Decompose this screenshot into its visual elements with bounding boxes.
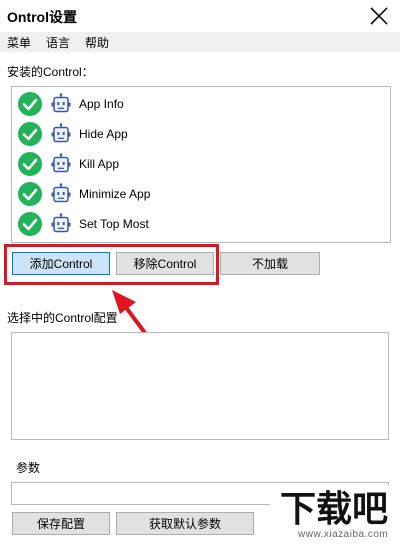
robot-icon: [51, 93, 71, 113]
window-title: Ontrol设置: [7, 9, 77, 25]
robot-icon: [51, 123, 71, 143]
control-name: App Info: [79, 97, 124, 111]
menu-bar: 菜单 语言 帮助: [0, 32, 400, 52]
check-circle-icon: [18, 212, 42, 236]
list-item[interactable]: Minimize App: [18, 180, 378, 208]
robot-icon: [51, 183, 71, 203]
installed-controls-label: 安装的Control：: [7, 65, 94, 79]
menu-item-menu[interactable]: 菜单: [7, 34, 31, 51]
menu-item-help[interactable]: 帮助: [85, 34, 109, 51]
installed-controls-list: App Info Hide App Kill App Minimize App …: [11, 86, 391, 243]
svg-text:下载吧: 下载吧: [280, 489, 388, 529]
list-item[interactable]: Hide App: [18, 120, 378, 148]
control-name: Kill App: [79, 157, 120, 171]
list-item[interactable]: Kill App: [18, 150, 378, 178]
robot-icon: [51, 153, 71, 173]
check-circle-icon: [18, 182, 42, 206]
close-icon: [370, 7, 388, 25]
get-defaults-button[interactable]: 获取默认参数: [116, 512, 254, 535]
check-circle-icon: [18, 122, 42, 146]
close-button[interactable]: [366, 3, 392, 29]
config-label: 选择中的Control配置: [7, 311, 118, 325]
robot-icon: [51, 213, 71, 233]
watermark: 下载吧 www.xiazaiba.com: [260, 485, 400, 545]
check-circle-icon: [18, 152, 42, 176]
control-name: Hide App: [79, 127, 128, 141]
menu-item-language[interactable]: 语言: [46, 34, 70, 51]
save-config-button[interactable]: 保存配置: [12, 512, 110, 535]
control-name: Minimize App: [79, 187, 151, 201]
watermark-url: www.xiazaiba.com: [298, 529, 389, 540]
watermark-logo: 下载吧: [270, 485, 398, 529]
highlight-box: [4, 244, 219, 285]
config-textarea[interactable]: [11, 332, 389, 440]
list-item[interactable]: App Info: [18, 90, 378, 118]
unload-button[interactable]: 不加载: [220, 252, 320, 275]
check-circle-icon: [18, 92, 42, 116]
title-bar: Ontrol设置: [0, 0, 400, 32]
params-label: 参数: [16, 461, 41, 475]
control-name: Set Top Most: [79, 217, 149, 231]
list-item[interactable]: Set Top Most: [18, 210, 378, 238]
